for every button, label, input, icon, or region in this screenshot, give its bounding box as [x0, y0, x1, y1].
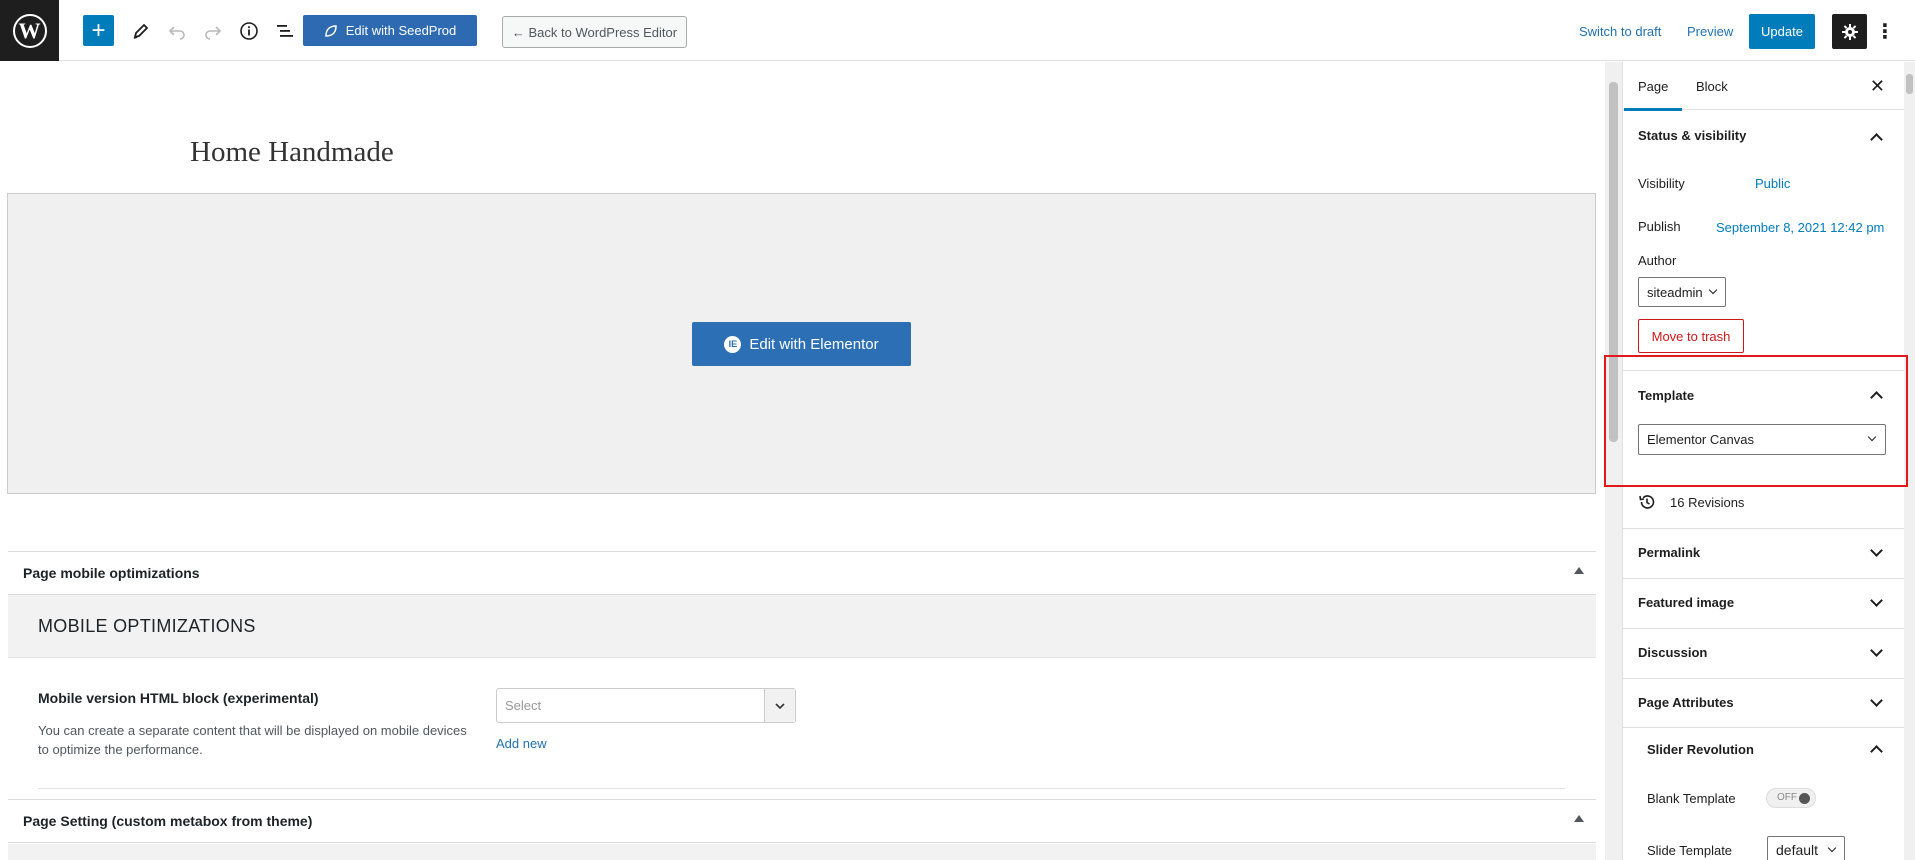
slide-template-value: default — [1776, 842, 1819, 858]
divider — [1623, 628, 1904, 629]
publish-label: Publish — [1638, 219, 1681, 234]
settings-gear-icon — [1841, 23, 1858, 40]
add-new-link[interactable]: Add new — [496, 736, 547, 751]
tab-page[interactable]: Page — [1623, 62, 1683, 111]
metabox-page-setting[interactable]: Page Setting (custom metabox from theme) — [8, 799, 1596, 843]
move-to-trash-button[interactable]: Move to trash — [1638, 319, 1744, 353]
add-block-icon: + — [91, 16, 106, 44]
chevron-down-icon — [1708, 285, 1718, 295]
chevron-down-icon[interactable] — [1870, 644, 1883, 657]
panel-title-discussion[interactable]: Discussion — [1638, 645, 1707, 660]
list-view-button[interactable] — [270, 15, 300, 46]
settings-button[interactable] — [1832, 14, 1867, 49]
author-label: Author — [1638, 253, 1677, 268]
publish-date-link[interactable]: September 8, 2021 12:42 pm — [1716, 220, 1884, 235]
revisions-history-icon — [1639, 495, 1655, 509]
redo-icon — [205, 25, 222, 40]
mobile-optimizations-header: MOBILE OPTIMIZATIONS — [8, 595, 1596, 658]
visibility-label: Visibility — [1638, 176, 1685, 191]
toggle-state: OFF — [1777, 792, 1797, 803]
wordpress-logo-icon: W — [12, 13, 47, 48]
info-icon — [240, 21, 258, 40]
more-options-icon: ⋮ — [1875, 20, 1895, 43]
scrollbar-thumb[interactable] — [1906, 74, 1913, 94]
chevron-down-icon[interactable] — [1870, 694, 1883, 707]
panel-title-featured-image[interactable]: Featured image — [1638, 595, 1734, 610]
panel-title-slider-revolution[interactable]: Slider Revolution — [1647, 742, 1754, 757]
blank-template-label: Blank Template — [1647, 791, 1736, 806]
details-button[interactable] — [234, 15, 264, 46]
select-arrow — [764, 689, 795, 722]
undo-button[interactable] — [162, 15, 192, 46]
author-select[interactable]: siteadmin — [1638, 277, 1726, 307]
panel-title-permalink[interactable]: Permalink — [1638, 545, 1700, 560]
switch-to-draft-link[interactable]: Switch to draft — [1579, 24, 1661, 39]
revisions-link[interactable]: 16 Revisions — [1670, 495, 1744, 510]
visibility-value-link[interactable]: Public — [1755, 176, 1790, 191]
slide-template-label: Slide Template — [1647, 843, 1733, 858]
tab-block[interactable]: Block — [1696, 62, 1728, 110]
chevron-up-icon[interactable] — [1870, 133, 1883, 146]
chevron-down-icon — [1827, 843, 1837, 853]
chevron-down-icon[interactable] — [1870, 594, 1883, 607]
metabox-title: Page mobile optimizations — [23, 565, 200, 581]
metabox-page-mobile-optimizations[interactable]: Page mobile optimizations — [8, 551, 1596, 595]
divider — [1623, 528, 1904, 529]
chevron-down-icon — [775, 702, 785, 709]
page-title[interactable]: Home Handmade — [190, 136, 394, 169]
update-button[interactable]: Update — [1749, 14, 1815, 49]
back-to-wordpress-editor-button[interactable]: ← Back to WordPress Editor — [502, 16, 687, 48]
redo-button[interactable] — [198, 15, 228, 46]
preview-link[interactable]: Preview — [1687, 24, 1733, 39]
undo-icon — [168, 25, 185, 40]
editor-top-toolbar: W + Edit with SeedProd ← Back to WordPre… — [0, 0, 1915, 61]
divider — [38, 788, 1565, 789]
select-placeholder: Select — [505, 698, 542, 713]
divider — [1623, 678, 1904, 679]
editor-canvas: Home Handmade IE Edit with Elementor Pag… — [0, 62, 1605, 860]
wordpress-logo-button[interactable]: W — [0, 0, 59, 61]
elementor-logo-icon: IE — [724, 335, 742, 353]
divider — [1623, 578, 1904, 579]
panel-title-status-visibility[interactable]: Status & visibility — [1638, 128, 1746, 143]
metabox-title: Page Setting (custom metabox from theme) — [23, 813, 313, 829]
mobile-html-block-select[interactable]: Select — [496, 688, 796, 723]
elementor-button-label: Edit with Elementor — [749, 335, 879, 353]
close-icon[interactable]: ✕ — [1870, 76, 1885, 97]
author-value: siteadmin — [1647, 284, 1703, 300]
seedprod-label: Edit with SeedProd — [345, 23, 457, 38]
page-setting-body — [8, 844, 1596, 860]
pencil-icon — [133, 23, 149, 39]
chevron-down-icon[interactable] — [1870, 544, 1883, 557]
seedprod-leaf-icon — [324, 24, 337, 37]
toggle-knob — [1799, 793, 1810, 804]
slide-template-select[interactable]: default — [1767, 836, 1845, 860]
blank-template-toggle[interactable]: OFF — [1766, 788, 1816, 808]
add-block-button[interactable]: + — [83, 15, 114, 46]
mobile-html-block-label: Mobile version HTML block (experimental) — [38, 690, 319, 706]
sidebar-tabs: Page Block ✕ — [1623, 62, 1904, 111]
collapse-triangle-icon[interactable] — [1574, 567, 1584, 574]
template-highlight-box — [1604, 355, 1908, 487]
mobile-html-block-description: You can create a separate content that w… — [38, 723, 467, 757]
edit-with-seedprod-button[interactable]: Edit with SeedProd — [303, 15, 477, 46]
panel-title-page-attributes[interactable]: Page Attributes — [1638, 695, 1734, 710]
edit-with-elementor-button[interactable]: IE Edit with Elementor — [692, 322, 911, 366]
collapse-triangle-icon[interactable] — [1574, 815, 1584, 822]
list-view-icon — [277, 24, 293, 37]
more-options-button[interactable]: ⋮ — [1875, 17, 1895, 45]
tools-pencil-button[interactable] — [126, 15, 156, 46]
